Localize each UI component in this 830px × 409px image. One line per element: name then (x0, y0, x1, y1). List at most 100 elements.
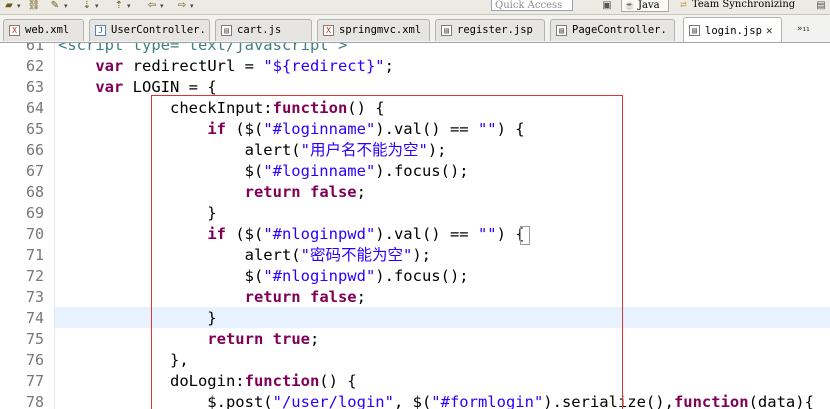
java-perspective-icon: ☕ (624, 1, 635, 10)
tab-cart-js[interactable]: ▤ cart.js (215, 19, 312, 41)
line-number: 70 (25, 225, 44, 243)
tab-label: UserController. (111, 24, 206, 36)
perspective-team-sync-button[interactable]: ⇄ Team Synchronizing (676, 0, 827, 12)
jsp-file-icon: ▤ (689, 25, 700, 36)
line-number: 73 (25, 288, 44, 306)
code-line: 73 return false; (0, 287, 830, 308)
code-line: 65 if ($("#loginname").val() == "") { (0, 119, 830, 140)
code-line: 67 $("#loginname").focus(); (0, 161, 830, 182)
tab-usercontroller[interactable]: J UserController. (89, 19, 210, 41)
code-text: $("#loginname").focus(); (58, 162, 469, 180)
tab-login-jsp[interactable]: ▤ login.jsp ✕ (683, 17, 782, 42)
code-line: 68 return false; (0, 182, 830, 203)
annotation-icon[interactable]: ⇡ (112, 0, 126, 12)
tab-label: springmvc.xml (339, 24, 422, 36)
line-number: 66 (25, 141, 44, 159)
xml-file-icon: X (9, 25, 20, 36)
tab-label: login.jsp (705, 25, 762, 37)
code-line: 63 var LOGIN = { (0, 77, 830, 98)
code-text: <script type="text/javascript"> (58, 43, 348, 54)
jsp-file-icon: ▤ (556, 25, 567, 36)
chevron-down-icon[interactable]: ▾ (160, 0, 164, 12)
code-line: 75 return true; (0, 329, 830, 350)
jsp-file-icon: ▤ (441, 25, 452, 36)
tab-label: register.jsp (457, 24, 533, 36)
tab-label: cart.js (237, 24, 282, 36)
code-text: alert("密码不能为空"); (58, 246, 431, 264)
perspective-java-button[interactable]: ☕ Java (621, 0, 669, 12)
code-line: 78 $.post("/user/login", $("#formlogin")… (0, 392, 830, 409)
back-arrow-icon[interactable]: ⇦ (145, 0, 159, 12)
code-text: var redirectUrl = "${redirect}"; (95, 57, 394, 75)
java-file-icon: J (95, 25, 106, 36)
link-icon[interactable]: ⛓ (27, 0, 41, 12)
quick-access-field[interactable]: Quick Access (491, 0, 573, 11)
code-editor[interactable]: 61 <script type="text/javascript"> 62 va… (0, 43, 830, 409)
chevron-down-icon[interactable]: ▾ (190, 0, 194, 12)
line-number: 65 (25, 120, 44, 138)
code-text: $.post("/user/login", $("#formlogin").se… (58, 393, 814, 409)
code-line: 61 <script type="text/javascript"> (0, 43, 830, 56)
tab-springmvc-xml[interactable]: X springmvc.xml (317, 19, 430, 41)
code-text: } (58, 204, 217, 222)
code-line: 77 doLogin:function() { (0, 371, 830, 392)
pencil-icon[interactable]: ✎ (48, 0, 62, 12)
js-file-icon: ▤ (221, 25, 232, 36)
code-text: if ($("#nloginpwd").val() == "") { (207, 225, 525, 243)
line-number: 63 (25, 78, 44, 96)
code-line: 72 $("#nloginpwd").focus(); (0, 266, 830, 287)
chevron-down-icon[interactable]: ▾ (95, 0, 99, 12)
line-number: 76 (25, 351, 44, 369)
code-text: return false; (244, 288, 366, 306)
team-sync-icon: ⇄ (680, 0, 687, 9)
code-text: doLogin:function() { (58, 372, 357, 390)
perspective-list-icon[interactable]: ▤ (814, 0, 828, 12)
code-text: if ($("#loginname").val() == "") { (207, 120, 525, 138)
tab-overflow-button[interactable]: »₁₁ (797, 20, 823, 38)
code-line: 70 if ($("#nloginpwd").val() == "") { (0, 224, 830, 245)
line-number: 72 (25, 267, 44, 285)
code-line: 69 } (0, 203, 830, 224)
folder-open-icon[interactable]: ▰ (2, 0, 16, 12)
open-perspective-icon[interactable]: ▣ (600, 0, 614, 12)
code-text: return true; (207, 330, 320, 348)
code-text: $("#nloginpwd").focus(); (58, 267, 469, 285)
forward-arrow-icon[interactable]: ⇨ (175, 0, 189, 12)
line-number: 78 (25, 393, 44, 409)
tab-label: PageController. (572, 24, 667, 36)
line-number: 74 (25, 309, 44, 327)
tab-pagecontroller[interactable]: ▤ PageController. (550, 19, 675, 41)
line-number: 61 (25, 43, 44, 54)
chevron-down-icon[interactable]: ▾ (17, 0, 21, 12)
tab-register-jsp[interactable]: ▤ register.jsp (435, 19, 545, 41)
code-text: } (58, 309, 217, 327)
perspective-java-label: Java (638, 0, 660, 11)
code-text: }, (58, 351, 189, 369)
code-line-current: 74 } (0, 308, 830, 329)
xml-file-icon: X (323, 25, 334, 36)
tab-label: web.xml (25, 24, 70, 36)
code-line: 66 alert("用户名不能为空"); (0, 140, 830, 161)
code-text: return false; (244, 183, 366, 201)
code-text: checkInput:function() { (58, 99, 385, 117)
editor-tab-bar: X web.xml J UserController. ▤ cart.js X … (0, 15, 830, 43)
tab-web-xml[interactable]: X web.xml (3, 19, 84, 41)
code-line: 62 var redirectUrl = "${redirect}"; (0, 56, 830, 77)
code-line: 64 checkInput:function() { (0, 98, 830, 119)
close-icon[interactable]: ✕ (766, 21, 773, 41)
code-text: var LOGIN = { (95, 78, 217, 96)
code-line: 76 }, (0, 350, 830, 371)
annotation-icon[interactable]: ⇣ (80, 0, 94, 12)
line-number: 75 (25, 330, 44, 348)
perspective-team-sync-label: Team Synchronizing (692, 0, 796, 10)
chevron-down-icon[interactable]: ▾ (127, 0, 131, 12)
code-line: 71 alert("密码不能为空"); (0, 245, 830, 266)
code-text: alert("用户名不能为空"); (58, 141, 447, 159)
line-number: 68 (25, 183, 44, 201)
chevron-down-icon[interactable]: ▾ (64, 0, 68, 12)
main-toolbar: ▰ ▾ ⛓ ✎ ▾ ⇣ ▾ ⇡ ▾ ⇦ ▾ ⇨ ▾ Quick Access ▣… (0, 0, 830, 15)
line-number: 69 (25, 204, 44, 222)
line-number: 71 (25, 246, 44, 264)
line-number: 64 (25, 99, 44, 117)
line-number: 62 (25, 57, 44, 75)
